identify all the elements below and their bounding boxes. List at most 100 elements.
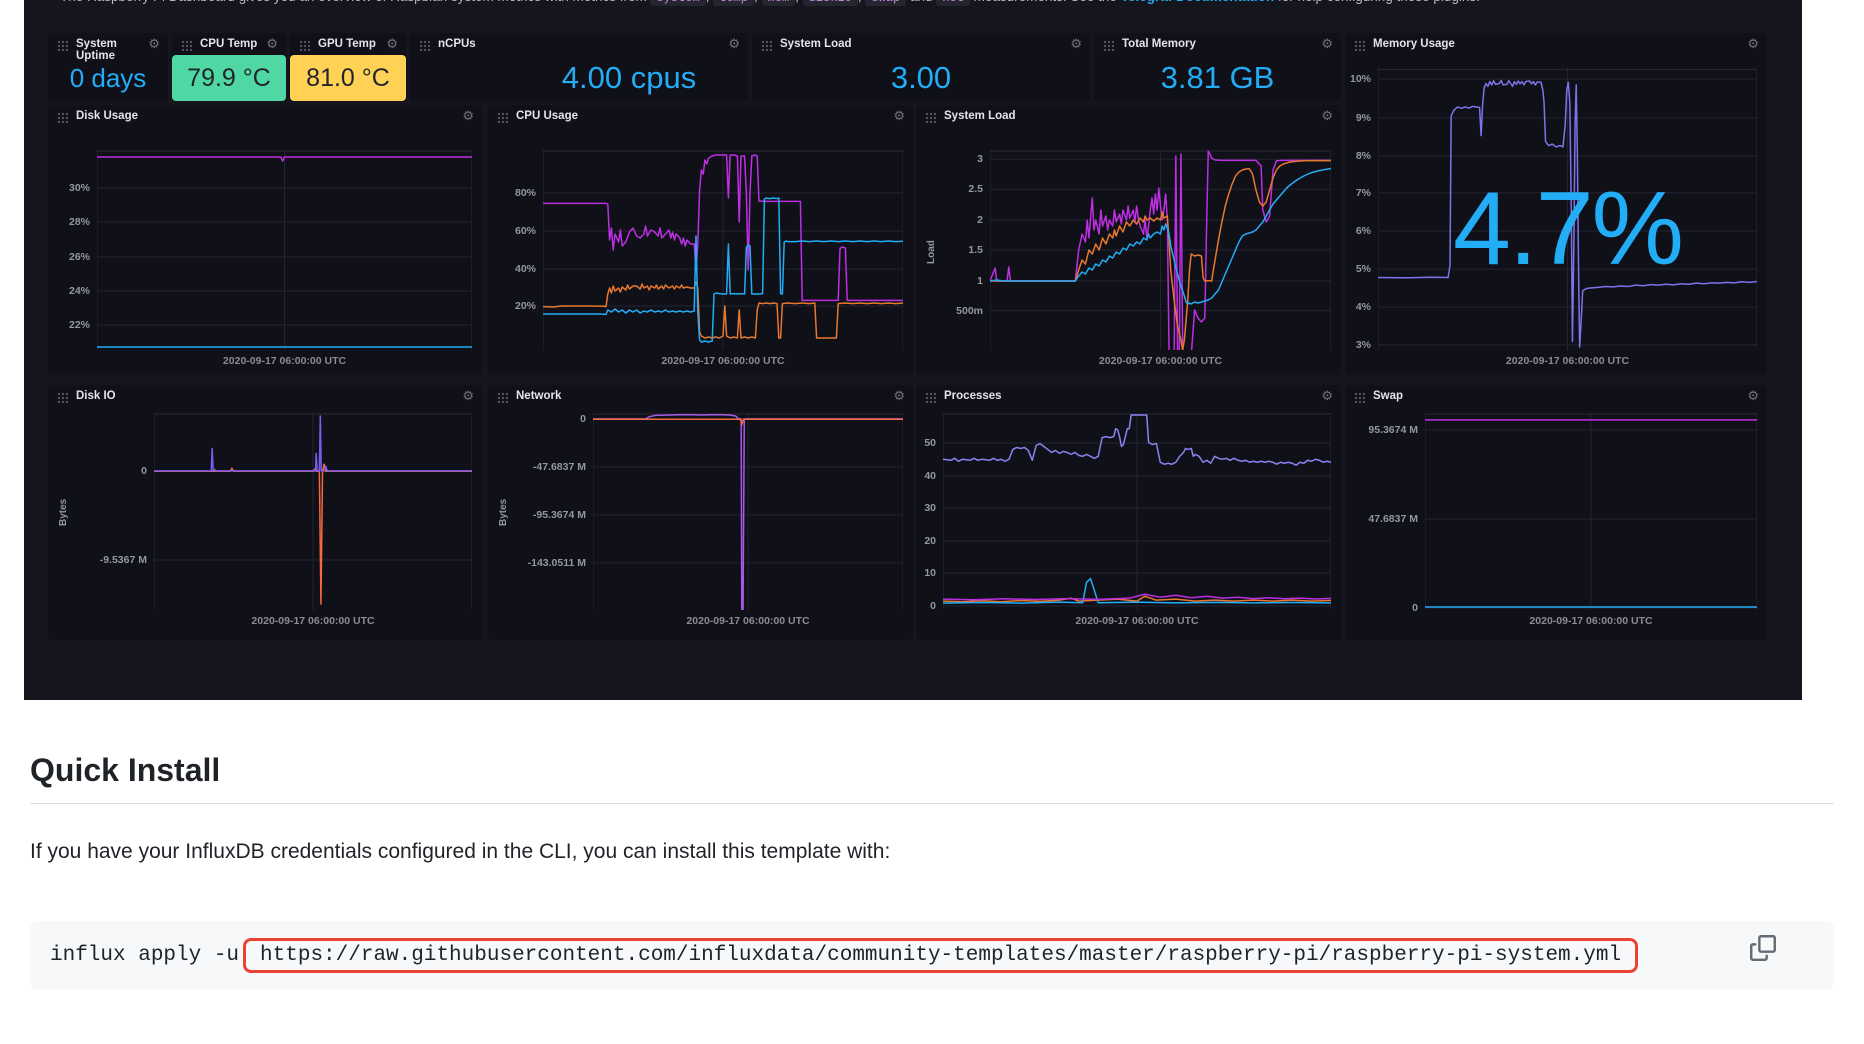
- panel-title: Swap: [1373, 390, 1741, 402]
- drag-handle-icon: [925, 112, 936, 123]
- gear-icon: ⚙: [1321, 109, 1333, 124]
- stat-value: 3.81 GB: [1094, 55, 1341, 101]
- gear-icon: ⚙: [1070, 37, 1082, 52]
- code-chip: diskio: [803, 0, 858, 6]
- y-axis-tick: 3: [977, 153, 983, 165]
- gear-icon: ⚙: [893, 389, 905, 404]
- y-axis-tick: 2: [977, 214, 983, 226]
- y-axis-tick: -47.6837 M: [533, 461, 586, 473]
- panel-title: System Load: [944, 110, 1315, 122]
- stat-value: 3.00: [752, 55, 1090, 101]
- panel-title: Total Memory: [1122, 38, 1315, 50]
- y-axis-tick: 20: [924, 535, 936, 547]
- x-axis-label: 2020-09-17 06:00:00 UTC: [154, 615, 472, 627]
- gear-icon: ⚙: [266, 37, 278, 52]
- y-axis-tick: 30: [924, 502, 936, 514]
- y-axis-tick: 40%: [515, 263, 536, 275]
- intro-text: The Raspberry Pi Dashboard gives you an …: [60, 0, 1772, 9]
- y-axis-label: Bytes: [498, 498, 509, 525]
- y-axis-tick: 95.3674 M: [1368, 424, 1418, 436]
- panel-title: nCPUs: [438, 38, 722, 50]
- gear-icon: ⚙: [1321, 37, 1333, 52]
- panel-system-uptime: System Uptime⚙0 days: [48, 33, 168, 101]
- chart-plot-area: [97, 150, 472, 350]
- panel-title: Processes: [944, 390, 1315, 402]
- panel-system-load: System Load⚙3.00: [752, 33, 1090, 101]
- quick-install-heading: Quick Install: [30, 752, 1834, 804]
- x-axis-label: 2020-09-17 06:00:00 UTC: [990, 355, 1331, 367]
- chart-plot-area: [990, 150, 1331, 350]
- gear-icon: ⚙: [1321, 389, 1333, 404]
- gear-icon: ⚙: [148, 37, 160, 52]
- y-axis-tick: 7%: [1356, 187, 1371, 199]
- y-axis-tick: 80%: [515, 187, 536, 199]
- drag-handle-icon: [497, 392, 508, 403]
- panel-cpu-temp: CPU Temp⚙79.9 °C: [172, 33, 286, 101]
- y-axis-tick: 0: [580, 413, 586, 425]
- y-axis-label: Bytes: [58, 498, 69, 525]
- code-url: https://raw.githubusercontent.com/influx…: [260, 944, 1621, 967]
- panel-swap: Swap⚙95.3674 M47.6837 M02020-09-17 06:00…: [1345, 385, 1767, 640]
- panel-title: Network: [516, 390, 887, 402]
- drag-handle-icon: [181, 40, 192, 51]
- panel-network: Network⚙0-47.6837 M-95.3674 M-143.0511 M…: [488, 385, 913, 640]
- stat-value: 4.00 cpus: [410, 55, 748, 101]
- drag-handle-icon: [1103, 40, 1114, 51]
- y-axis-tick: 0: [930, 600, 936, 612]
- panel-cpu-usage: CPU Usage⚙80%60%40%20%2020-09-17 06:00:0…: [488, 105, 913, 375]
- drag-handle-icon: [1354, 40, 1365, 51]
- panel-title: CPU Temp: [200, 38, 260, 50]
- drag-handle-icon: [1354, 392, 1365, 403]
- stat-value: 0 days: [48, 55, 168, 101]
- panel-title: Disk IO: [76, 390, 456, 402]
- x-axis-label: 2020-09-17 06:00:00 UTC: [593, 615, 903, 627]
- panel-title: CPU Usage: [516, 110, 887, 122]
- copy-icon[interactable]: [1750, 935, 1778, 963]
- drag-handle-icon: [761, 40, 772, 51]
- telegraf-docs-link: Telegraf Documentation: [1121, 0, 1275, 4]
- y-axis-tick: 9%: [1356, 112, 1371, 124]
- y-axis-tick: 26%: [69, 251, 90, 263]
- code-chip: net: [936, 0, 970, 6]
- drag-handle-icon: [57, 112, 68, 123]
- gear-icon: ⚙: [462, 389, 474, 404]
- code-chip: swap: [865, 0, 906, 6]
- x-axis-label: 2020-09-17 06:00:00 UTC: [97, 355, 472, 367]
- drag-handle-icon: [57, 392, 68, 403]
- chart-plot-area: [154, 413, 472, 610]
- y-axis-label: Load: [926, 240, 937, 264]
- drag-handle-icon: [299, 40, 310, 51]
- y-axis-tick: 28%: [69, 216, 90, 228]
- y-axis-tick: 3%: [1356, 339, 1371, 351]
- install-instructions: If you have your InfluxDB credentials co…: [30, 840, 1834, 864]
- chart-plot-area: [593, 413, 903, 610]
- dashboard-screenshot[interactable]: The Raspberry Pi Dashboard gives you an …: [24, 0, 1802, 700]
- panel-disk-io: Disk IO⚙0-9.5367 MBytes2020-09-17 06:00:…: [48, 385, 482, 640]
- code-chip: mem: [762, 0, 796, 6]
- gear-icon: ⚙: [1747, 389, 1759, 404]
- y-axis-tick: -143.0511 M: [528, 557, 586, 569]
- code-chip: system: [650, 0, 705, 6]
- chart-plot-area: [1425, 413, 1757, 610]
- y-axis-tick: 2.5: [968, 183, 983, 195]
- chart-plot-area: [543, 150, 903, 350]
- y-axis-tick: 60%: [515, 225, 536, 237]
- y-axis-tick: 50: [924, 437, 936, 449]
- gear-icon: ⚙: [386, 37, 398, 52]
- y-axis-tick: 24%: [69, 285, 90, 297]
- panel-total-memory: Total Memory ⚙ 3.81 GB: [1094, 33, 1341, 101]
- y-axis-tick: 10%: [1350, 73, 1371, 85]
- panel-gpu-temp: GPU Temp⚙81.0 °C: [290, 33, 406, 101]
- y-axis-tick: 0: [1412, 602, 1418, 614]
- stat-value: 81.0 °C: [290, 55, 406, 101]
- panel-ncpus: nCPUs⚙4.00 cpus: [410, 33, 748, 101]
- y-axis-tick: 0: [141, 465, 147, 477]
- code-chip: temp: [713, 0, 754, 6]
- y-axis-tick: 47.6837 M: [1368, 513, 1418, 525]
- y-axis-tick: 8%: [1356, 150, 1371, 162]
- drag-handle-icon: [57, 40, 68, 51]
- panel-system-load-chart: System Load⚙32.521.51500mLoad2020-09-17 …: [916, 105, 1341, 375]
- drag-handle-icon: [497, 112, 508, 123]
- y-axis-tick: 1: [977, 275, 983, 287]
- y-axis-tick: 1.5: [968, 244, 983, 256]
